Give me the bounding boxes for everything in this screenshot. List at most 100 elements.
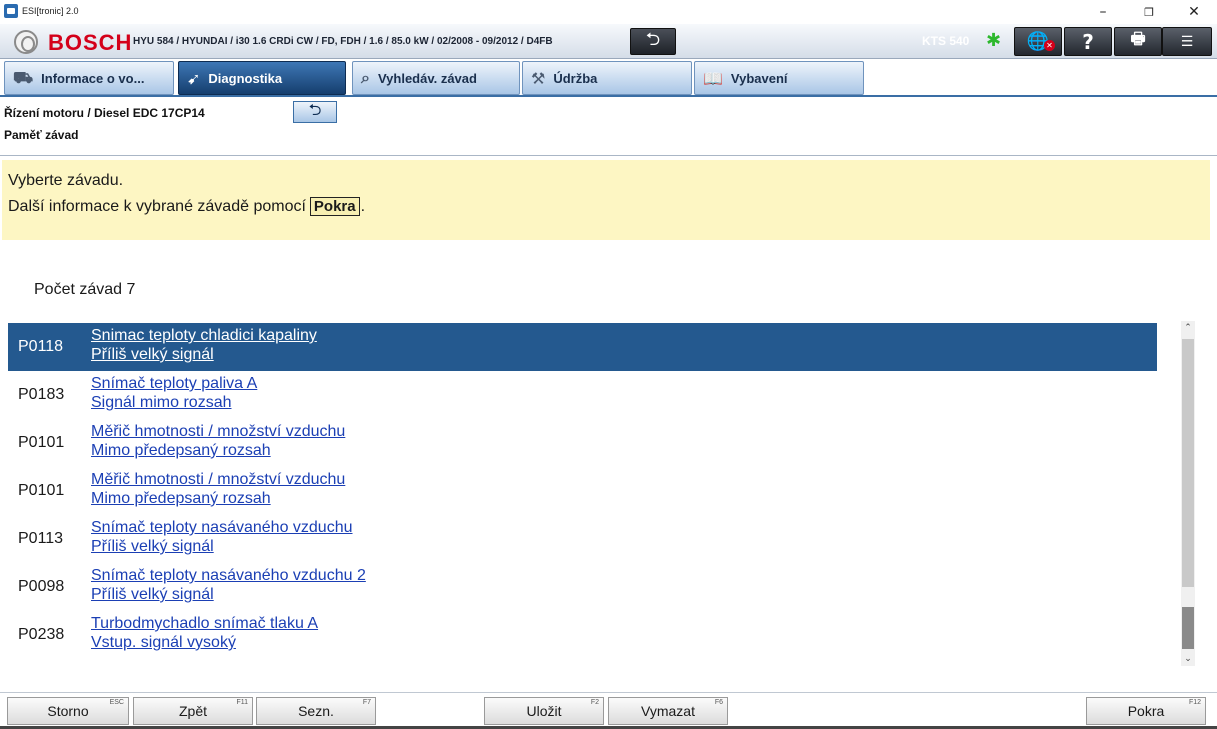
tab-maintenance[interactable]: ⚒ Údržba [522,61,692,95]
fault-status: Příliš velký signál [91,538,214,555]
tab-diagnostics[interactable]: ➹ Diagnostika [178,61,346,95]
fault-description[interactable]: Turbodmychadlo snímač tlaku A Vstup. sig… [91,614,318,652]
fault-name: Snímač teploty nasávaného vzduchu 2 [91,567,366,584]
info-hint: Další informace k vybrané závadě pomocí … [8,197,365,216]
fault-name: Snímač teploty nasávaného vzduchu [91,519,353,536]
tab-label: Vybavení [730,70,788,86]
help-button[interactable]: ? [1064,27,1112,56]
maintenance-icon: ⚒ [531,68,546,88]
button-label: Storno [47,703,89,719]
info-instruction: Vyberte závadu. [8,172,124,189]
vehicle-info: HYU 584 / HYUNDAI / i30 1.6 CRDi CW / FD… [133,36,553,47]
fault-status: Příliš velký signál [91,346,214,363]
storno-button[interactable]: Storno ESC [7,697,129,725]
fault-description[interactable]: Snímač teploty paliva A Signál mimo rozs… [91,374,257,412]
fault-status: Mimo předepsaný rozsah [91,490,271,507]
scroll-down-icon[interactable]: ⌄ [1181,652,1195,666]
diagnostics-icon: ➹ [187,68,201,88]
fault-row[interactable]: P0238 Turbodmychadlo snímač tlaku A Vstu… [8,611,1157,659]
online-status-button[interactable]: 🌐 ✕ [1014,27,1062,56]
fault-code: P0101 [18,434,65,451]
bosch-logo-icon [14,30,38,54]
fault-row[interactable]: P0101 Měřič hmotnosti / množství vzduchu… [8,419,1157,467]
bluetooth-icon: ✱ [986,30,1002,51]
close-button[interactable]: ✕ [1171,0,1217,24]
app-header: BOSCH HYU 584 / HYUNDAI / i30 1.6 CRDi C… [0,24,1217,59]
fault-code: P0098 [18,578,65,595]
delete-button[interactable]: Vymazat F6 [608,697,728,725]
tab-label: Vyhledáv. závad [377,70,477,86]
fault-row[interactable]: P0118 Snimac teploty chladici kapaliny P… [8,323,1157,371]
fault-row[interactable]: P0183 Snímač teploty paliva A Signál mim… [8,371,1157,419]
button-label: Pokra [1127,703,1165,719]
fault-row[interactable]: P0113 Snímač teploty nasávaného vzduchu … [8,515,1157,563]
fault-status: Mimo předepsaný rozsah [91,442,271,459]
info-panel: Vyberte závadu. Další informace k vybran… [2,160,1210,240]
help-icon: ? [1082,29,1094,54]
tab-label: Údržba [553,70,598,86]
fault-description[interactable]: Měřič hmotnosti / množství vzduchu Mimo … [91,422,345,460]
fault-status: Signál mimo rozsah [91,394,232,411]
window-title: ESI[tronic] 2.0 [22,6,79,16]
fault-description[interactable]: Měřič hmotnosti / množství vzduchu Mimo … [91,470,345,508]
back-button[interactable]: Zpět F11 [133,697,253,725]
fault-name: Turbodmychadlo snímač tlaku A [91,615,319,632]
button-label: Vymazat [641,703,695,719]
tab-vehicle-info[interactable]: ⛟ Informace o vo... [4,61,174,95]
divider [0,155,1217,156]
main-tabs: ⛟ Informace o vo... ➹ Diagnostika ⌕ Vyhl… [0,59,1217,97]
breadcrumb-page: Paměť závad [4,128,79,142]
tab-equipment[interactable]: 📖 Vybavení [694,61,864,95]
function-key-hint: F11 [236,699,248,706]
fault-description[interactable]: Snímač teploty nasávaného vzduchu 2 Příl… [91,566,366,604]
save-button[interactable]: Uložit F2 [484,697,604,725]
function-key-hint: ESC [109,699,124,706]
function-key-hint: F2 [590,699,599,706]
print-icon: 🖶 [1130,29,1146,48]
fault-status: Příliš velký signál [91,586,214,603]
fault-code: P0183 [18,386,65,403]
tab-label: Diagnostika [208,70,283,86]
fault-count: Počet závad 7 [34,281,136,298]
fault-name: Snímač teploty paliva A [91,375,258,392]
tab-label: Informace o vo... [41,70,145,86]
fault-code: P0118 [18,338,64,355]
function-key-bar: Storno ESC Zpět F11 Sezn. F7 Uložit F2 V… [0,692,1217,729]
function-key-hint: F7 [362,699,371,706]
pokra-inline-label: Pokra [309,197,360,216]
equipment-icon: 📖 [703,68,723,88]
breadcrumb-back-button[interactable]: ⮌ [293,99,337,123]
list-button[interactable]: Sezn. F7 [256,697,376,725]
scroll-thumb[interactable] [1182,607,1194,649]
menu-icon: ☰ [1180,33,1194,50]
continue-button[interactable]: Pokra F12 [1086,697,1206,725]
fault-status: Vstup. signál vysoký [91,634,236,651]
tab-fault-search[interactable]: ⌕ Vyhledáv. závad [352,61,520,95]
fault-search-icon: ⌕ [361,68,370,87]
maximize-button[interactable]: ❐ [1126,0,1172,24]
header-back-button[interactable]: ⮌ [630,28,676,55]
back-arrow-icon: ⮌ [308,99,322,119]
app-icon [4,4,18,18]
function-key-hint: F12 [1188,699,1201,706]
minimize-button[interactable]: – [1080,0,1126,24]
info-hint-suffix: . [360,197,366,215]
button-label: Zpět [178,703,207,719]
breadcrumb-system: Řízení motoru / Diesel EDC 17CP14 [4,106,205,120]
fault-description[interactable]: Snímač teploty nasávaného vzduchu Příliš… [91,518,353,556]
function-key-hint: F6 [714,699,723,706]
fault-code: P0101 [18,482,65,499]
button-label: Uložit [526,703,562,719]
fault-list-scrollbar[interactable]: ⌃ ⌄ [1181,321,1195,666]
fault-description[interactable]: Snimac teploty chladici kapaliny Příliš … [91,326,317,364]
info-hint-text: Další informace k vybrané závadě pomocí [8,197,306,215]
device-label: KTS 540 [922,34,970,48]
fault-row[interactable]: P0101 Měřič hmotnosti / množství vzduchu… [8,467,1157,515]
menu-button[interactable]: ☰ [1162,27,1212,56]
scroll-up-icon[interactable]: ⌃ [1181,321,1195,335]
fault-list: P0118 Snimac teploty chladici kapaliny P… [8,323,1157,669]
car-info-icon: ⛟ [13,67,34,87]
fault-row[interactable]: P0098 Snímač teploty nasávaného vzduchu … [8,563,1157,611]
scroll-track[interactable] [1182,339,1194,587]
print-button[interactable]: 🖶 [1114,27,1162,56]
